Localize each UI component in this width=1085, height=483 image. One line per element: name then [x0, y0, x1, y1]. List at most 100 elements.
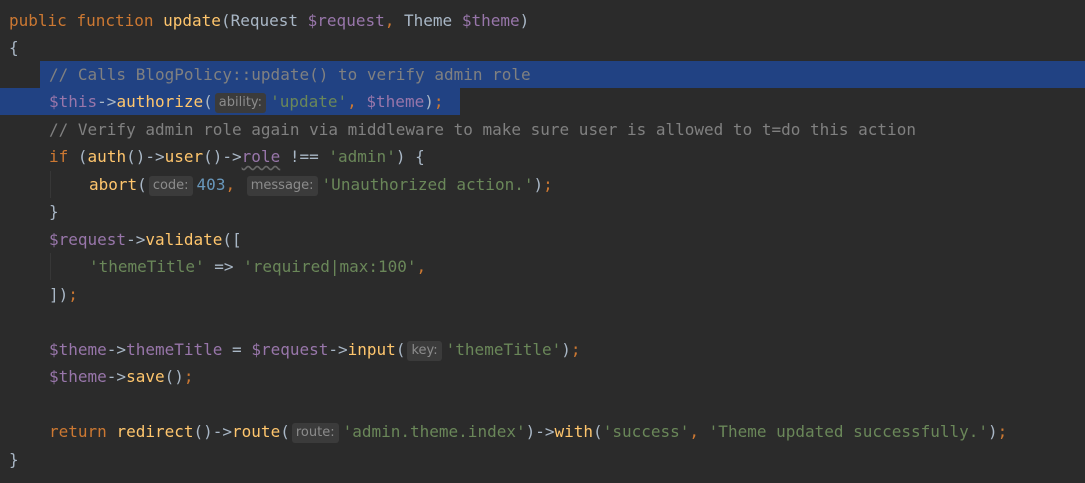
param-hint-route: route: [291, 423, 339, 443]
param-theme: $theme [461, 11, 520, 30]
paren-open: ( [220, 11, 231, 30]
code-line-14[interactable]: $theme->save(); [0, 363, 1085, 390]
var-request: $request [251, 340, 329, 359]
paren-open: ( [77, 147, 88, 166]
arrow: -> [145, 147, 165, 166]
string-admin: 'admin' [328, 147, 396, 166]
paren-open: ( [593, 422, 603, 441]
code-line-4[interactable]: $this->authorize(ability:'update', $them… [0, 88, 1085, 115]
call-parens: () [203, 147, 223, 166]
call-parens: () [126, 147, 146, 166]
paren-close: ) [525, 422, 536, 441]
indent-guide [50, 171, 51, 198]
code-line-16[interactable]: return redirect()->route(route:'admin.th… [0, 418, 1085, 445]
param-hint-ability: ability: [214, 93, 267, 113]
semicolon: ; [433, 92, 444, 111]
code-line-6[interactable]: if (auth()->user()->role !== 'admin') { [0, 143, 1085, 170]
function-redirect: redirect [116, 422, 194, 441]
string-success: 'success' [602, 422, 690, 441]
code-line-7[interactable]: abort(code: 403, message: 'Unauthorized ac… [0, 171, 1085, 198]
function-abort: abort [89, 175, 138, 194]
property-role: role [241, 147, 281, 166]
semicolon: ; [570, 340, 581, 359]
var-theme: $theme [366, 92, 425, 111]
semicolon: ; [183, 367, 194, 386]
comma: , [225, 175, 236, 194]
var-this: $this [49, 92, 98, 111]
keyword-return: return [49, 422, 107, 441]
arrow: -> [97, 92, 117, 111]
arrow: -> [222, 147, 242, 166]
type-theme: Theme [404, 11, 453, 30]
code-line-1[interactable]: public function update(Request $request,… [0, 7, 1085, 34]
open-brace: { [415, 147, 425, 166]
paren-close: ) [424, 92, 434, 111]
var-theme: $theme [49, 340, 107, 359]
paren-bracket-open: ([ [222, 230, 242, 249]
code-line-10[interactable]: 'themeTitle' => 'required|max:100', [0, 253, 1085, 280]
comma: , [384, 11, 395, 30]
type-request: Request [230, 11, 299, 30]
comma: , [416, 257, 427, 276]
method-route: route [232, 422, 281, 441]
bracket-paren-close: ]) [49, 285, 69, 304]
property-themetitle: themeTitle [126, 340, 223, 359]
operator-assign: = [232, 340, 242, 359]
code-line-8[interactable]: } [0, 198, 1085, 225]
method-input: input [347, 340, 396, 359]
close-brace: } [49, 202, 59, 221]
var-request: $request [49, 230, 127, 249]
semicolon: ; [68, 285, 78, 304]
code-line-12[interactable] [0, 308, 1085, 335]
string-update: 'update' [270, 92, 348, 111]
close-brace: } [9, 450, 19, 469]
paren-close: ) [561, 340, 571, 359]
param-hint-code: code: [148, 176, 193, 196]
call-parens: () [164, 367, 184, 386]
keyword-if: if [49, 147, 69, 166]
var-theme: $theme [49, 367, 107, 386]
code-line-3[interactable]: // Calls BlogPolicy::update() to verify … [0, 61, 1085, 88]
operator-double-arrow: => [214, 257, 234, 276]
string-rules: 'required|max:100' [243, 257, 417, 276]
string-themetitle: 'themeTitle' [445, 340, 562, 359]
arrow: -> [535, 422, 555, 441]
semicolon: ; [543, 175, 553, 194]
string-unauthorized: 'Unauthorized action.' [321, 175, 534, 194]
string-success-message: 'Theme updated successfully.' [708, 422, 989, 441]
indent-guide [50, 253, 51, 280]
param-hint-message: message: [246, 176, 318, 196]
arrow: -> [106, 340, 127, 359]
string-route-name: 'admin.theme.index' [342, 422, 526, 441]
code-editor[interactable]: public function update(Request $request,… [0, 0, 1085, 483]
paren-close: ) [395, 147, 406, 166]
method-validate: validate [145, 230, 223, 249]
keyword-public: public [9, 11, 67, 30]
code-line-13[interactable]: $theme->themeTitle = $request->input(key… [0, 336, 1085, 363]
paren-open: ( [137, 175, 147, 194]
method-user: user [164, 147, 204, 166]
operator-not-identical: !== [289, 147, 319, 166]
arrow: -> [328, 340, 348, 359]
code-line-2[interactable]: { [0, 34, 1085, 61]
method-save: save [126, 367, 165, 386]
arrow: -> [106, 367, 127, 386]
paren-close: ) [533, 175, 544, 194]
paren-close: ) [519, 11, 530, 30]
code-line-15[interactable] [0, 391, 1085, 418]
code-line-5[interactable]: // Verify admin role again via middlewar… [0, 116, 1085, 143]
function-auth: auth [87, 147, 127, 166]
string-themetitle: 'themeTitle' [89, 257, 205, 276]
code-line-9[interactable]: $request->validate([ [0, 226, 1085, 253]
code-line-17[interactable]: } [0, 446, 1085, 473]
paren-open: ( [395, 340, 406, 359]
comma: , [689, 422, 700, 441]
arrow: -> [212, 422, 233, 441]
paren-close: ) [988, 422, 998, 441]
method-authorize: authorize [116, 92, 204, 111]
semicolon: ; [997, 422, 1008, 441]
paren-open: ( [280, 422, 290, 441]
code-line-11[interactable]: ]); [0, 281, 1085, 308]
keyword-function: function [76, 11, 154, 30]
comma: , [347, 92, 357, 111]
